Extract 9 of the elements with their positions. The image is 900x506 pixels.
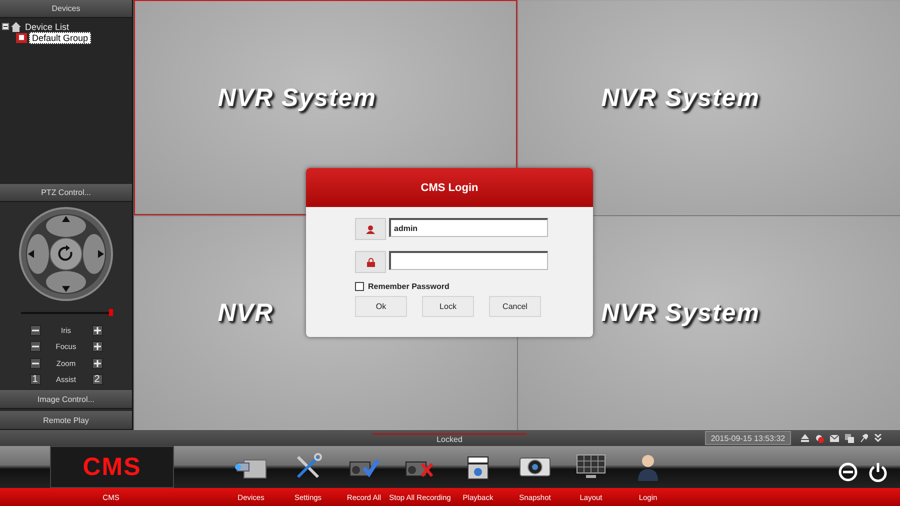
dialog-title: CMS Login: [306, 168, 593, 207]
nvr-logo-text: NVR System: [218, 84, 376, 112]
lock-status: Locked: [372, 432, 527, 444]
nvr-logo-text: NVR: [218, 299, 274, 328]
nvr-logo-text: NVR System: [601, 84, 760, 112]
checkbox-label: Remember Password: [368, 282, 450, 291]
nvr-logo-text: NVR System: [601, 299, 760, 328]
cms-logo: CMS: [50, 446, 174, 488]
datetime-display: 2015-09-15 13:53:32: [705, 431, 791, 445]
